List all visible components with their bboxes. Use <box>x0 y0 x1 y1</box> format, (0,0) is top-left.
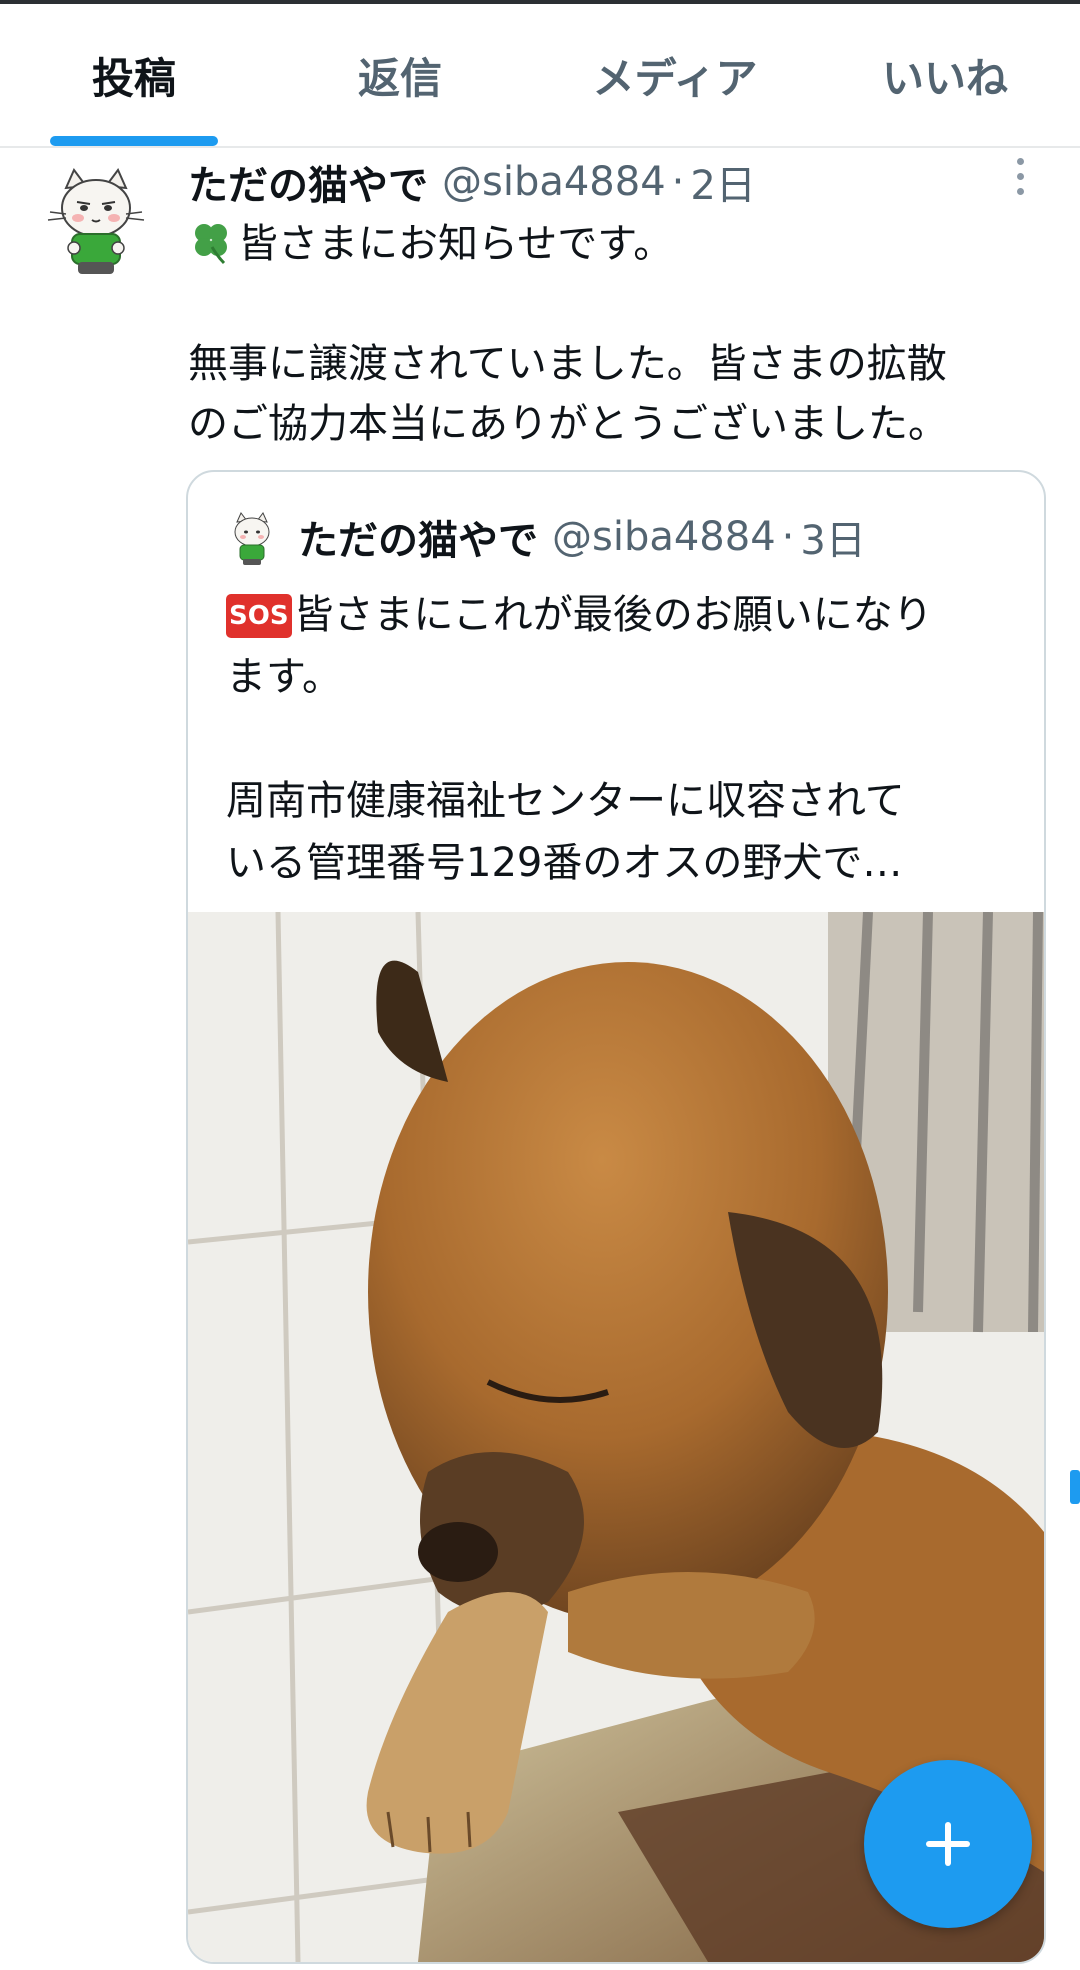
tweet-line-3: のご協力本当にありがとうございました。 <box>188 401 948 447</box>
active-tab-indicator <box>50 136 218 146</box>
quote-line-3: 周南市健康福祉センターに収容されて <box>226 778 905 824</box>
author-name[interactable]: ただの猫やで <box>188 153 428 211</box>
quote-line-4: いる管理番号129番のオスの野犬で… <box>226 840 903 886</box>
author-handle[interactable]: @siba4884 <box>442 159 666 205</box>
sos-icon: SOS <box>226 594 292 638</box>
profile-tabs: 投稿 返信 メディア いいね <box>0 4 1080 148</box>
cat-avatar-small-icon <box>234 512 270 565</box>
tweet-time[interactable]: 2日 <box>690 153 755 211</box>
clover-icon <box>195 224 227 265</box>
tweet-text: 皆さまにお知らせです。 無事に譲渡されていました。皆さまの拡散 のご協力本当にあ… <box>188 214 1048 454</box>
plus-icon <box>926 1822 970 1866</box>
quote-line-2: ます。 <box>226 654 342 700</box>
quote-line-1: 皆さまにこれが最後のお願いになり <box>293 592 933 638</box>
tweet-line-2: 無事に譲渡されていました。皆さまの拡散 <box>188 341 947 387</box>
tweet-line-1: 皆さまにお知らせです。 <box>238 221 674 267</box>
quote-time: 3日 <box>800 518 866 564</box>
avatar[interactable] <box>44 168 148 280</box>
tweet-header: ただの猫やで @siba4884 · 2日 <box>188 150 756 214</box>
scroll-indicator[interactable] <box>1070 1470 1080 1504</box>
quote-tweet-card[interactable]: ただの猫やで @siba4884 · 3日 SOS 皆さまにこれが最後のお願いにな… <box>186 470 1046 1964</box>
separator-dot: · <box>781 514 795 560</box>
tab-replies[interactable]: 返信 <box>300 4 500 146</box>
more-menu-icon[interactable] <box>1008 158 1032 202</box>
cat-avatar-icon <box>47 168 145 274</box>
compose-button[interactable] <box>864 1760 1032 1928</box>
tab-likes[interactable]: いいね <box>840 4 1050 146</box>
quote-text: SOS 皆さまにこれが最後のお願いになり ます。 周南市健康福祉センターに収容され… <box>226 584 1016 894</box>
tab-posts[interactable]: 投稿 <box>34 4 234 146</box>
quote-avatar <box>226 512 278 568</box>
separator-dot: · <box>671 159 685 205</box>
quote-header: ただの猫やで @siba4884 · 3日 <box>298 502 866 572</box>
quote-author-handle: @siba4884 <box>552 514 776 560</box>
quote-author-name: ただの猫やで <box>298 518 538 564</box>
tab-media[interactable]: メディア <box>560 4 790 146</box>
